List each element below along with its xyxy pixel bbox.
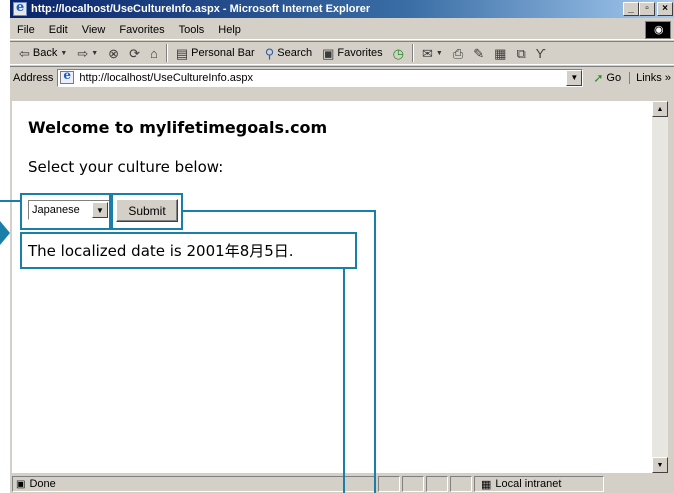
address-label: Address [13,71,54,84]
search-button[interactable]: ⚲ Search [260,47,317,60]
culture-selected-value: Japanese [32,204,80,216]
browser-window: http://localhost/UseCultureInfo.aspx - M… [9,0,674,493]
zone-label: Local intranet [495,478,562,490]
menu-edit[interactable]: Edit [42,24,75,36]
minimize-button[interactable]: _ [623,2,639,16]
page-content: Welcome to mylifetimegoals.com Select yo… [12,101,652,473]
home-button[interactable]: ⌂ [145,47,163,60]
menu-tools[interactable]: Tools [172,24,212,36]
links-button[interactable]: Links » [629,71,671,84]
maximize-button[interactable]: ▫ [639,2,655,16]
back-button[interactable]: ⇦ Back ▼ [14,47,72,60]
favorites-label: Favorites [337,47,383,59]
callout-line [0,200,20,202]
chevron-down-icon[interactable]: ▼ [436,50,443,57]
menu-help[interactable]: Help [211,24,248,36]
standard-toolbar: ⇦ Back ▼ ⇨ ▼ ⊗ ⟳ ⌂ ▤ Personal Bar ⚲ Sear… [10,41,674,65]
address-field[interactable]: ▼ [57,68,584,87]
home-icon: ⌂ [149,45,158,61]
page-heading: Welcome to mylifetimegoals.com [28,118,328,137]
status-panel-empty [378,476,400,492]
status-panel-empty [426,476,448,492]
menu-bar: File Edit View Favorites Tools Help [10,20,674,40]
stop-button[interactable]: ⊗ [103,47,124,60]
search-icon: ⚲ [264,45,275,61]
print-button[interactable]: ⎙ [448,47,468,60]
callout-arrow [0,221,10,245]
menu-view[interactable]: View [75,24,113,36]
window-title: http://localhost/UseCultureInfo.aspx - M… [31,3,371,15]
callout-line [183,210,376,212]
mail-icon: ✉ [422,45,433,61]
forward-button[interactable]: ⇨ ▼ [72,47,103,60]
status-panel-empty [450,476,472,492]
forward-arrow-icon: ⇨ [77,45,89,61]
page-icon [60,68,75,84]
messenger-button[interactable]: ⧉ [511,47,530,60]
mail-button[interactable]: ✉ ▼ [417,47,448,60]
callout-line [343,269,345,493]
localized-date-text: The localized date is 2001年8月5日. [28,242,294,260]
back-arrow-icon: ⇦ [19,45,30,61]
discuss-icon: ▦ [494,45,507,61]
history-icon: ◷ [392,45,404,61]
status-bar: ▣ Done ▦ Local intranet [10,475,674,493]
ie-logo-icon[interactable] [13,0,27,16]
close-button[interactable]: × [657,2,673,16]
scroll-up-icon[interactable]: ▲ [652,101,668,117]
personal-bar-icon: ▤ [175,45,189,61]
menu-favorites[interactable]: Favorites [112,24,171,36]
callout-line [374,210,376,493]
go-button[interactable]: ➚ Go [583,71,629,85]
address-input[interactable] [79,71,560,84]
culture-dropdown[interactable]: Japanese ▼ [28,200,110,220]
messenger-icon: ⧉ [516,45,526,61]
toolbar-divider [412,44,414,62]
address-bar: Address ▼ ➚ Go Links » [10,66,674,88]
edit-button[interactable]: ✎ [468,47,489,60]
search-label: Search [277,47,313,59]
status-panel: ▣ Done [12,476,376,492]
chevron-down-icon[interactable]: ▼ [60,50,67,57]
chevron-down-icon[interactable]: ▼ [92,202,108,218]
toolbar-divider [165,44,168,62]
chevron-down-icon[interactable]: ▼ [91,50,98,57]
culture-prompt: Select your culture below: [28,158,224,176]
security-zone: ▦ Local intranet [474,476,604,492]
yahoo-icon: Ƴ [535,45,546,61]
links-label: Links [636,71,662,84]
status-panel-empty [402,476,424,492]
yahoo-button[interactable]: Ƴ [531,47,551,60]
title-bar: http://localhost/UseCultureInfo.aspx - M… [10,0,674,18]
print-icon: ⎙ [452,45,464,61]
stop-icon: ⊗ [108,45,120,61]
personal-bar-button[interactable]: ▤ Personal Bar [171,47,260,60]
history-button[interactable]: ◷ [388,47,409,60]
chevron-right-icon: » [664,71,671,84]
refresh-button[interactable]: ⟳ [124,47,145,60]
windows-logo-icon [645,21,671,39]
scroll-down-icon[interactable]: ▼ [652,457,668,473]
refresh-icon: ⟳ [129,45,140,61]
vertical-scrollbar[interactable]: ▲ ▼ [652,101,668,473]
submit-button[interactable]: Submit [116,199,178,222]
personal-bar-label: Personal Bar [191,47,255,59]
menu-file[interactable]: File [10,24,42,36]
status-text: Done [29,478,56,490]
discuss-button[interactable]: ▦ [489,47,511,60]
favorites-button[interactable]: ▣ Favorites [317,47,388,60]
go-arrow-icon: ➚ [593,70,604,85]
favorites-icon: ▣ [322,45,335,61]
intranet-icon: ▦ [481,478,492,491]
go-label: Go [606,71,622,84]
edit-icon: ✎ [473,45,485,61]
page-done-icon: ▣ [16,478,26,490]
chevron-down-icon[interactable]: ▼ [566,69,583,86]
back-label: Back [32,47,58,59]
